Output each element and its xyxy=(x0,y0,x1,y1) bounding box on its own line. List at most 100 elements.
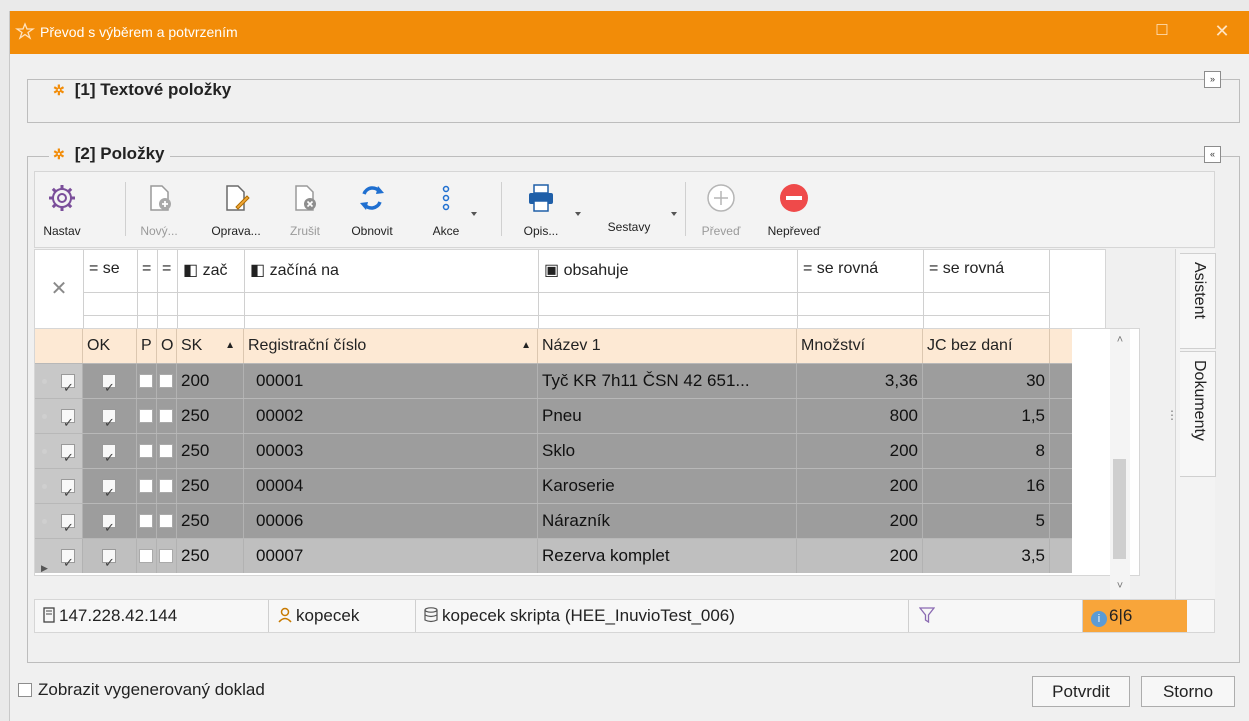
p-checkbox[interactable] xyxy=(139,514,153,528)
cell-sk[interactable]: 250 xyxy=(177,504,244,538)
row-select-checkbox[interactable] xyxy=(61,476,75,503)
cell-sk[interactable]: 250 xyxy=(177,399,244,433)
row-selector[interactable] xyxy=(35,434,83,468)
filter-input[interactable] xyxy=(158,292,177,316)
row-selector[interactable] xyxy=(35,364,83,398)
vertical-scrollbar[interactable]: ˄ ˅ xyxy=(1110,329,1130,599)
cell-o[interactable] xyxy=(157,504,177,538)
header-p[interactable]: P xyxy=(137,329,157,363)
expand-icon[interactable]: » xyxy=(1204,71,1221,88)
table-row[interactable]: 25000003Sklo2008 xyxy=(35,433,1072,468)
cancel-button[interactable]: Storno xyxy=(1141,676,1235,707)
filter-mnozstvi[interactable]: = se rovná xyxy=(797,250,923,329)
clear-filter-icon[interactable]: ✕ xyxy=(35,250,83,329)
cell-jc[interactable]: 3,5 xyxy=(923,539,1050,573)
row-select-checkbox[interactable] xyxy=(61,511,75,538)
scroll-thumb[interactable] xyxy=(1113,459,1126,559)
tab-asistent[interactable]: Asistent xyxy=(1180,253,1216,349)
cell-ok[interactable] xyxy=(83,539,137,573)
cell-ok[interactable] xyxy=(83,364,137,398)
print-button[interactable]: Opis... xyxy=(513,172,581,248)
p-checkbox[interactable] xyxy=(139,374,153,388)
cell-nazev[interactable]: Tyč KR 7h11 ČSN 42 651... xyxy=(538,364,797,398)
cell-mnozstvi[interactable]: 200 xyxy=(797,434,923,468)
cell-o[interactable] xyxy=(157,364,177,398)
section-text-items-title[interactable]: ✲ [1] Textové položky xyxy=(49,80,238,100)
maximize-button[interactable]: ☐ xyxy=(1151,20,1173,42)
transfer-button[interactable]: Převeď xyxy=(697,172,745,248)
ok-checkbox[interactable] xyxy=(102,441,116,468)
filter-jc[interactable]: = se rovná xyxy=(923,250,1050,329)
p-checkbox[interactable] xyxy=(139,549,153,563)
close-button[interactable]: ✕ xyxy=(1208,19,1236,43)
ok-checkbox[interactable] xyxy=(102,406,116,433)
table-row[interactable]: 25000004Karoserie20016 xyxy=(35,468,1072,503)
collapse-icon[interactable]: « xyxy=(1204,146,1221,163)
o-checkbox[interactable] xyxy=(159,549,173,563)
cell-sk[interactable]: 200 xyxy=(177,364,244,398)
o-checkbox[interactable] xyxy=(159,409,173,423)
cell-o[interactable] xyxy=(157,469,177,503)
cell-p[interactable] xyxy=(137,469,157,503)
filter-input[interactable] xyxy=(84,292,137,316)
cell-reg[interactable]: 00002 xyxy=(244,399,538,433)
table-row[interactable]: 25000006Nárazník2005 xyxy=(35,503,1072,538)
cell-mnozstvi[interactable]: 3,36 xyxy=(797,364,923,398)
cell-mnozstvi[interactable]: 200 xyxy=(797,539,923,573)
filter-input[interactable] xyxy=(178,292,244,316)
actions-button[interactable]: Akce xyxy=(421,172,477,248)
ok-checkbox[interactable] xyxy=(102,546,116,573)
ok-checkbox[interactable] xyxy=(102,511,116,538)
filter-input[interactable] xyxy=(539,292,797,316)
cell-p[interactable] xyxy=(137,399,157,433)
header-o[interactable]: O xyxy=(157,329,177,363)
filter-sk[interactable]: ◧ zač xyxy=(177,250,244,329)
scroll-down-icon[interactable]: ˅ xyxy=(1113,579,1127,593)
cancel-doc-button[interactable]: Zrušit xyxy=(281,172,329,248)
cell-reg[interactable]: 00004 xyxy=(244,469,538,503)
cell-sk[interactable]: 250 xyxy=(177,434,244,468)
header-nazev[interactable]: Název 1 xyxy=(538,329,797,363)
row-selector[interactable]: ▶ xyxy=(35,539,83,573)
header-mnozstvi[interactable]: Množství xyxy=(797,329,923,363)
cell-ok[interactable] xyxy=(83,469,137,503)
cell-ok[interactable] xyxy=(83,504,137,538)
filter-input[interactable] xyxy=(138,292,157,316)
cell-mnozstvi[interactable]: 200 xyxy=(797,469,923,503)
confirm-button[interactable]: Potvrdit xyxy=(1032,676,1130,707)
nastav-button[interactable]: Nastav xyxy=(37,172,87,248)
header-ok[interactable]: OK xyxy=(83,329,137,363)
filter-input[interactable] xyxy=(798,292,923,316)
cell-mnozstvi[interactable]: 200 xyxy=(797,504,923,538)
header-sk[interactable]: SK ▲ xyxy=(177,329,244,363)
row-selector[interactable] xyxy=(35,504,83,538)
p-checkbox[interactable] xyxy=(139,479,153,493)
cell-nazev[interactable]: Karoserie xyxy=(538,469,797,503)
cell-jc[interactable]: 30 xyxy=(923,364,1050,398)
cell-nazev[interactable]: Pneu xyxy=(538,399,797,433)
ok-checkbox[interactable] xyxy=(102,476,116,503)
cell-p[interactable] xyxy=(137,504,157,538)
cell-ok[interactable] xyxy=(83,434,137,468)
row-select-checkbox[interactable] xyxy=(61,371,75,398)
cell-reg[interactable]: 00001 xyxy=(244,364,538,398)
p-checkbox[interactable] xyxy=(139,444,153,458)
scroll-up-icon[interactable]: ˄ xyxy=(1113,333,1127,347)
o-checkbox[interactable] xyxy=(159,374,173,388)
cell-jc[interactable]: 16 xyxy=(923,469,1050,503)
status-filter[interactable] xyxy=(909,600,1083,632)
o-checkbox[interactable] xyxy=(159,514,173,528)
cell-reg[interactable]: 00006 xyxy=(244,504,538,538)
cell-p[interactable] xyxy=(137,539,157,573)
cell-jc[interactable]: 1,5 xyxy=(923,399,1050,433)
header-jc[interactable]: JC bez daní xyxy=(923,329,1050,363)
header-reg[interactable]: Registrační číslo ▲ xyxy=(244,329,538,363)
row-selector[interactable] xyxy=(35,469,83,503)
table-row[interactable]: ▶ 25000007Rezerva komplet2003,5 xyxy=(35,538,1072,573)
tab-dokumenty[interactable]: Dokumenty xyxy=(1180,351,1216,477)
refresh-button[interactable]: Obnovit xyxy=(339,172,405,248)
cell-p[interactable] xyxy=(137,364,157,398)
cell-reg[interactable]: 00007 xyxy=(244,539,538,573)
cell-jc[interactable]: 8 xyxy=(923,434,1050,468)
o-checkbox[interactable] xyxy=(159,479,173,493)
